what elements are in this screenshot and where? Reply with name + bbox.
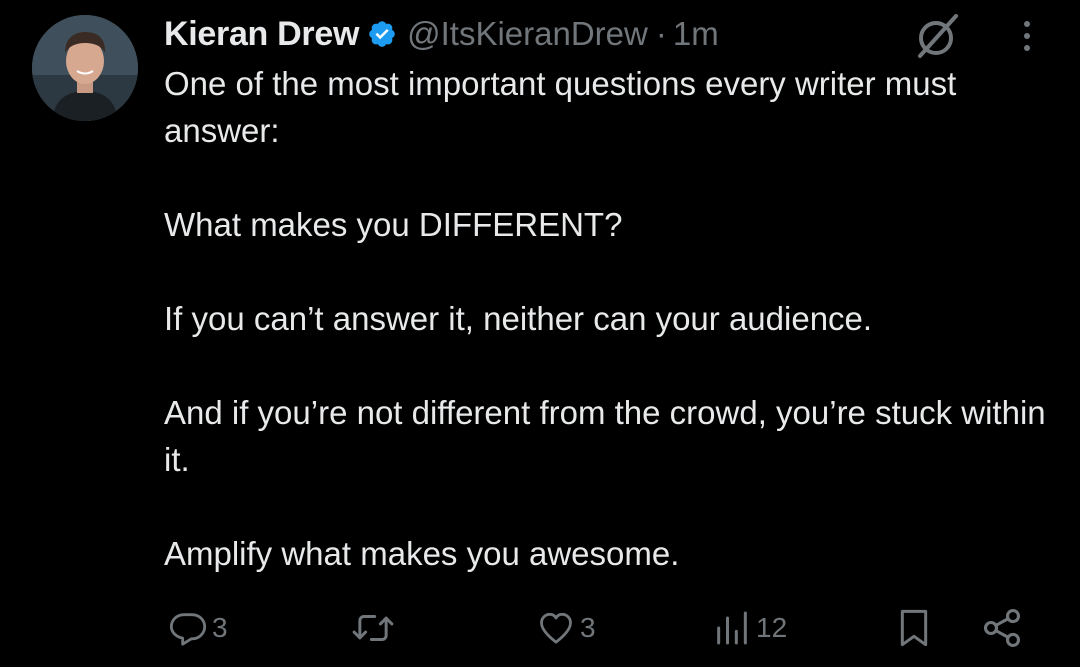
tweet-header: Kieran Drew @ItsKieranDrew · 1m [164, 12, 719, 56]
heart-icon [536, 608, 576, 648]
separator-dot: · [655, 15, 667, 52]
like-button[interactable]: 3 [536, 600, 596, 656]
more-vertical-icon[interactable] [1012, 16, 1042, 56]
tweet-paragraph: What makes you DIFFERENT? [164, 206, 623, 243]
tweet[interactable]: Kieran Drew @ItsKieranDrew · 1m One of t… [0, 0, 1080, 667]
views-icon [712, 608, 752, 648]
author-handle[interactable]: @ItsKieranDrew [407, 15, 648, 53]
views-count: 12 [756, 612, 788, 643]
bookmark-icon [894, 606, 934, 650]
grok-icon[interactable] [912, 10, 964, 62]
author-name[interactable]: Kieran Drew [164, 15, 359, 54]
bookmark-button[interactable] [894, 600, 934, 656]
retweet-button[interactable] [350, 600, 396, 656]
reply-icon [168, 608, 208, 648]
tweet-paragraph: If you can’t answer it, neither can your… [164, 300, 873, 337]
action-bar: 3 3 12 [0, 600, 1080, 656]
tweet-paragraph: And if you’re not different from the cro… [164, 394, 1046, 478]
share-button[interactable] [980, 600, 1024, 656]
timestamp[interactable]: 1m [673, 15, 719, 53]
like-count: 3 [580, 612, 596, 643]
verified-badge-icon [367, 19, 397, 49]
tweet-text: One of the most important questions ever… [164, 60, 1054, 577]
retweet-icon [350, 608, 396, 648]
views-button[interactable]: 12 [712, 600, 787, 656]
avatar[interactable] [32, 15, 138, 121]
reply-button[interactable]: 3 [168, 600, 228, 656]
reply-count: 3 [212, 612, 228, 643]
tweet-paragraph: One of the most important questions ever… [164, 65, 957, 149]
tweet-paragraph: Amplify what makes you awesome. [164, 535, 680, 572]
share-icon [980, 606, 1024, 650]
